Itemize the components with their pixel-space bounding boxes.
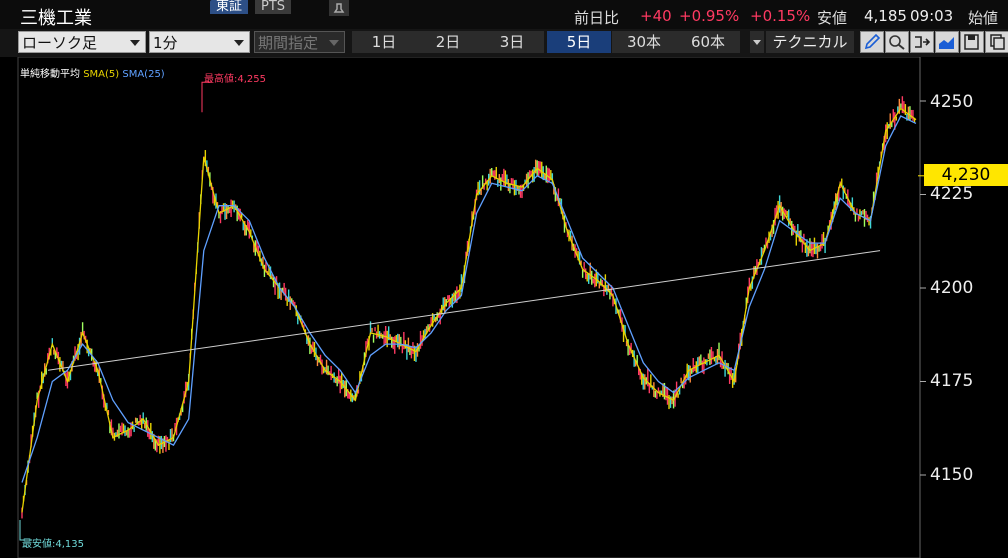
change-pct: +0.95% [679,7,740,25]
tab-pts[interactable]: PTS [255,0,292,14]
low-marker-label: 最安値:4,135 [22,539,84,550]
chart-type-value: ローソク足 [22,34,98,52]
period-3d[interactable]: 3日 [480,31,544,53]
interval-value: 1分 [153,34,178,52]
period-5d[interactable]: 5日 [547,31,611,53]
change-value: +40 [640,7,672,25]
period-30bars[interactable]: 30本 [612,31,676,53]
tab-tosho[interactable]: 東証 [210,0,249,14]
change-pct2: +0.15% [750,7,811,25]
legend-title: 単純移動平均 [20,69,80,80]
area-chart-icon[interactable] [935,31,959,53]
price-chart[interactable] [0,57,1008,558]
technical-button[interactable]: テクニカル [766,31,854,53]
copy-icon[interactable] [985,31,1008,53]
current-price-tag: 4,230 [924,164,1008,186]
alert-bell-icon[interactable] [327,0,351,16]
export-icon[interactable] [910,31,934,53]
range-value: 期間指定 [258,34,319,52]
y-tick-label: 4150 [930,465,974,485]
period-1d[interactable]: 1日 [352,31,416,53]
period-2d[interactable]: 2日 [416,31,480,53]
open-label: 始値 [968,9,999,27]
y-tick-label: 4225 [930,184,974,204]
chevron-down-icon [329,40,339,46]
quote-time: 09:03 [910,7,954,25]
zoom-icon[interactable] [885,31,909,53]
legend-sma25: SMA(25) [122,69,165,80]
period-60bars[interactable]: 60本 [676,31,740,53]
sma-legend: 単純移動平均 SMA(5) SMA(25) [20,65,165,80]
range-select[interactable]: 期間指定 [254,31,345,53]
header-bar: 三機工業 東証 PTS 前日比 +40 +0.95% +0.15% 安値 4,1… [0,0,1008,30]
chevron-down-icon [130,40,140,46]
y-tick-label: 4175 [930,371,974,391]
technical-dropdown-button[interactable] [750,31,764,53]
y-tick-label: 4200 [930,278,974,298]
change-label: 前日比 [574,9,620,27]
chart-type-select[interactable]: ローソク足 [18,31,146,53]
interval-select[interactable]: 1分 [149,31,250,53]
high-marker-label: 最高値:4,255 [204,74,266,85]
low-value: 4,185 [864,7,907,25]
chevron-down-icon [234,40,244,46]
y-tick-label: 4250 [930,92,974,112]
sma5-line [21,107,917,513]
draw-pen-icon[interactable] [860,31,884,53]
chevron-down-icon [753,40,761,45]
stock-title: 三機工業 [20,8,92,29]
save-icon[interactable] [960,31,984,53]
plot-frame [17,57,921,558]
high-marker [201,81,212,113]
sma25-line [21,115,917,483]
legend-sma5: SMA(5) [83,69,120,80]
low-label: 安値 [817,9,848,27]
